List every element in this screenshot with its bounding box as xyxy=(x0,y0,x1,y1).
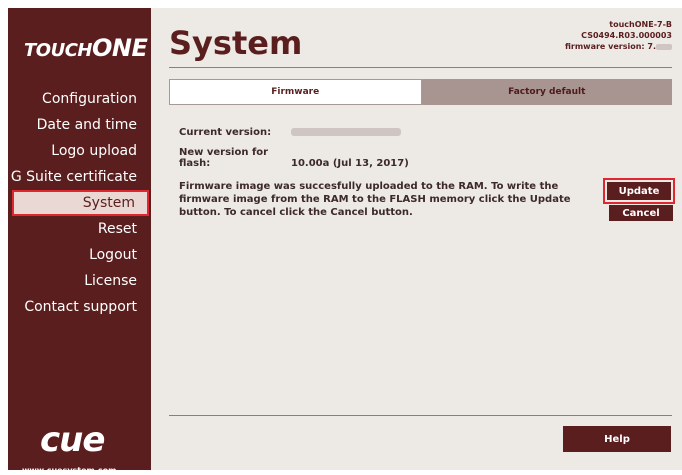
logo-one-text: ONE xyxy=(91,34,148,62)
sidebar-item-date-and-time[interactable]: Date and time xyxy=(8,112,151,138)
current-version-row: Current version: xyxy=(179,127,401,138)
tab-factory-default[interactable]: Factory default xyxy=(421,79,672,105)
new-version-row: New version for flash: 10.00a (Jul 13, 20… xyxy=(179,147,409,169)
sidebar-item-g-suite-certificate[interactable]: G Suite certificate xyxy=(8,164,151,190)
device-info: touchONE-7-B CS0494.R03.000003 firmware … xyxy=(565,19,672,52)
sidebar-item-configuration[interactable]: Configuration xyxy=(8,86,151,112)
sidebar: TOUCHONE Configuration Date and time Log… xyxy=(8,8,151,475)
firmware-version-text: firmware version: 7. xyxy=(564,42,656,51)
logo-touch-text: TOUCH xyxy=(24,40,92,61)
new-version-value: 10.00a (Jul 13, 2017) xyxy=(291,158,409,169)
help-button[interactable]: Help xyxy=(563,426,671,452)
sidebar-item-reset[interactable]: Reset xyxy=(8,216,151,242)
upload-status-message: Firmware image was succesfully uploaded … xyxy=(179,181,571,218)
firmware-version-blurred xyxy=(656,43,672,50)
sidebar-nav: Configuration Date and time Logo upload … xyxy=(8,86,151,320)
update-button[interactable]: Update xyxy=(607,182,671,200)
tab-firmware[interactable]: Firmware xyxy=(169,79,422,105)
sidebar-item-contact-support[interactable]: Contact support xyxy=(8,294,151,320)
sidebar-item-license[interactable]: License xyxy=(8,268,151,294)
device-serial: CS0494.R03.000003 xyxy=(581,31,672,40)
new-version-label: New version for flash: xyxy=(179,147,269,169)
sidebar-item-logout[interactable]: Logout xyxy=(8,242,151,268)
header-divider xyxy=(169,67,672,68)
main-panel: System touchONE-7-B CS0494.R03.000003 fi… xyxy=(151,8,682,470)
cue-logo: cue xyxy=(40,420,105,460)
sidebar-item-system[interactable]: System xyxy=(12,190,149,216)
firmware-version-label: firmware version: 7. xyxy=(565,41,672,52)
cancel-button[interactable]: Cancel xyxy=(609,205,673,221)
tab-bar: Firmware Factory default xyxy=(169,79,672,105)
current-version-value-blurred xyxy=(291,128,401,136)
current-version-label: Current version: xyxy=(179,127,272,138)
touchone-logo: TOUCHONE xyxy=(24,34,148,62)
page-title: System xyxy=(169,24,303,62)
website-link[interactable]: www.cuesystem.com xyxy=(22,466,117,475)
footer-divider xyxy=(169,415,672,416)
sidebar-item-logo-upload[interactable]: Logo upload xyxy=(8,138,151,164)
device-name: touchONE-7-B xyxy=(609,20,672,29)
